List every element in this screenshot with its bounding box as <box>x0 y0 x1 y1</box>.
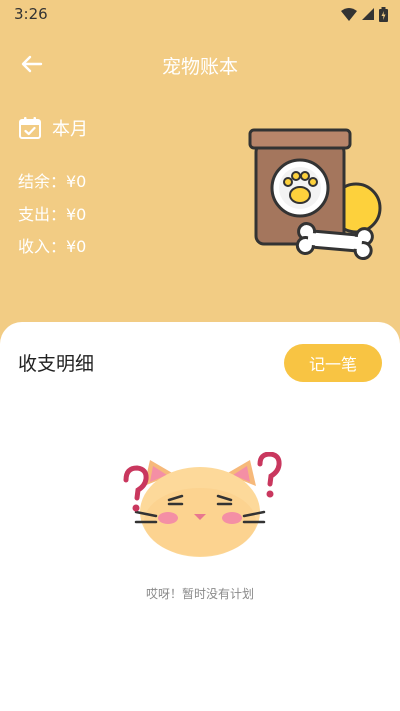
period-selector[interactable]: 本月 <box>18 115 88 141</box>
confused-cat-illustration <box>123 452 282 557</box>
app-bar: 宠物账本 <box>0 38 400 88</box>
status-icons <box>341 6 388 22</box>
signal-icon <box>362 8 374 20</box>
battery-icon <box>379 6 388 22</box>
empty-state-message: 哎呀！暂时没有计划 <box>145 587 254 601</box>
status-bar: 3:26 <box>0 0 400 28</box>
pet-food-illustration <box>248 128 382 261</box>
page-title: 宠物账本 <box>161 56 238 78</box>
wifi-icon <box>341 7 357 21</box>
month-summary: 本月 结余：¥0 支出：¥0 收入：¥0 <box>18 115 88 256</box>
balance-text: 结余：¥0 <box>18 172 87 191</box>
status-time: 3:26 <box>14 5 48 23</box>
details-panel: 收支明细 记一笔 哎呀！暂时没有计划 <box>0 322 400 711</box>
calendar-icon <box>19 117 41 139</box>
details-title: 收支明细 <box>18 353 95 375</box>
add-record-button[interactable]: 记一笔 <box>284 344 382 382</box>
period-label: 本月 <box>52 119 88 140</box>
income-text: 收入：¥0 <box>18 237 87 256</box>
expense-text: 支出：¥0 <box>18 205 87 224</box>
